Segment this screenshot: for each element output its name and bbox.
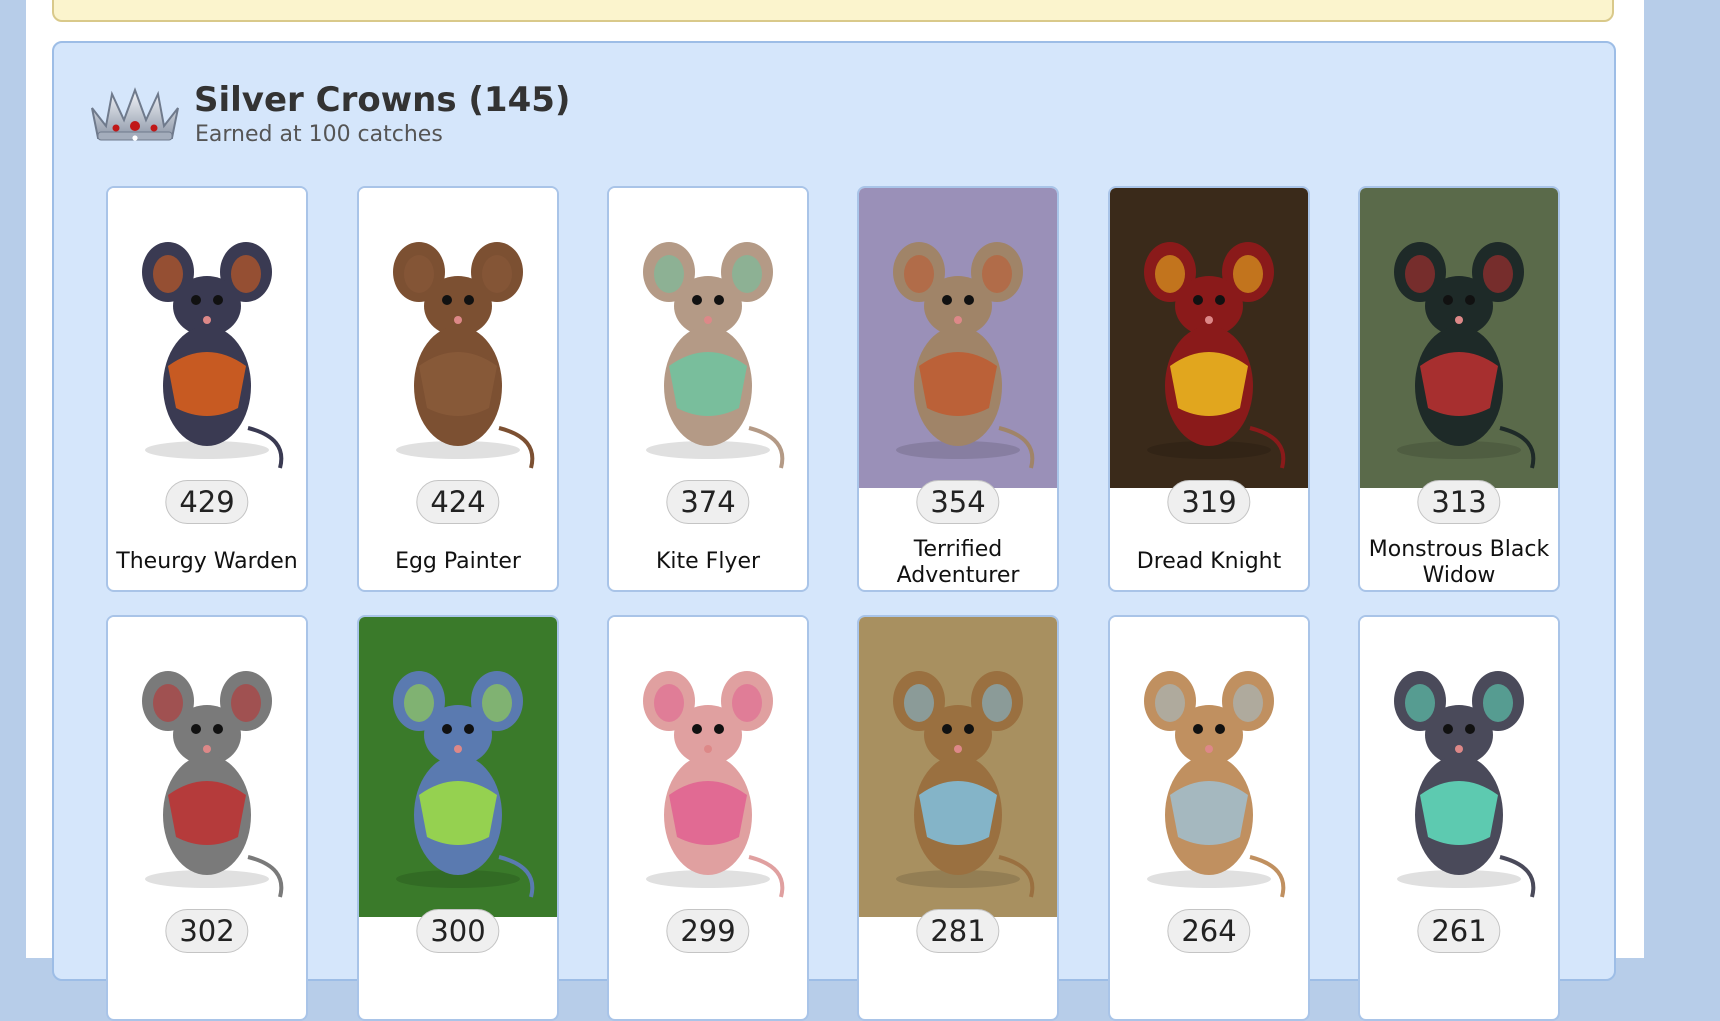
mouse-name: Monstrous Black Widow <box>1368 537 1550 588</box>
section-title: Silver Crowns (145) <box>194 80 571 120</box>
mouse-card[interactable]: 374 Kite Flyer <box>607 186 809 592</box>
mouse-image <box>859 188 1057 488</box>
mouse-image <box>1360 617 1558 917</box>
mouse-card[interactable]: 302 <box>106 615 308 1021</box>
silver-crown-icon <box>91 87 179 141</box>
mouse-card[interactable]: 300 <box>357 615 559 1021</box>
mouse-image <box>859 617 1057 917</box>
mouse-image <box>108 188 306 488</box>
mouse-image <box>609 617 807 917</box>
catch-count-badge: 354 <box>916 480 1000 524</box>
mouse-card[interactable]: 429 Theurgy Warden <box>106 186 308 592</box>
mouse-image <box>1110 188 1308 488</box>
catch-count-badge: 424 <box>416 480 500 524</box>
mouse-name: Terrified Adventurer <box>896 537 1020 588</box>
mouse-image <box>108 617 306 917</box>
mouse-card[interactable]: 313 Monstrous Black Widow <box>1358 186 1560 592</box>
mouse-card[interactable]: 319 Dread Knight <box>1108 186 1310 592</box>
mouse-image <box>1360 188 1558 488</box>
mouse-image <box>1110 617 1308 917</box>
catch-count-badge: 261 <box>1417 909 1501 953</box>
mouse-card[interactable]: 264 <box>1108 615 1310 1021</box>
mouse-name: Dread Knight <box>1136 549 1282 574</box>
catch-count-badge: 429 <box>165 480 249 524</box>
gold-crowns-panel <box>52 0 1614 22</box>
catch-count-badge: 281 <box>916 909 1000 953</box>
mouse-name: Egg Painter <box>395 549 521 574</box>
mouse-name <box>365 973 551 1009</box>
catch-count-badge: 264 <box>1167 909 1251 953</box>
catch-count-badge: 319 <box>1167 480 1251 524</box>
catch-count-badge: 374 <box>666 480 750 524</box>
mouse-name <box>1366 973 1552 1009</box>
mouse-name <box>615 973 801 1009</box>
mouse-name <box>114 973 300 1009</box>
section-subtitle: Earned at 100 catches <box>195 122 443 147</box>
mouse-image <box>359 188 557 488</box>
mouse-name: Kite Flyer <box>655 549 761 574</box>
mouse-name <box>865 973 1051 1009</box>
mouse-image <box>359 617 557 917</box>
catch-count-badge: 313 <box>1417 480 1501 524</box>
mouse-name <box>1116 973 1302 1009</box>
catch-count-badge: 302 <box>165 909 249 953</box>
mouse-card[interactable]: 424 Egg Painter <box>357 186 559 592</box>
mouse-card[interactable]: 299 <box>607 615 809 1021</box>
mouse-card[interactable]: 354 Terrified Adventurer <box>857 186 1059 592</box>
catch-count-badge: 300 <box>416 909 500 953</box>
mouse-card[interactable]: 261 <box>1358 615 1560 1021</box>
catch-count-badge: 299 <box>666 909 750 953</box>
mouse-name: Theurgy Warden <box>116 549 298 574</box>
mouse-image <box>609 188 807 488</box>
mouse-card[interactable]: 281 <box>857 615 1059 1021</box>
